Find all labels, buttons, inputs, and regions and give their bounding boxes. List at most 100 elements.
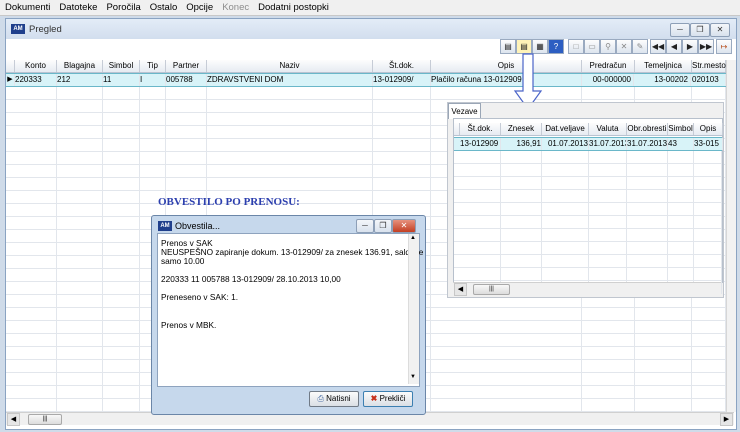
col-header-tip[interactable]: Tip [140,60,166,72]
col-header-partner[interactable]: Partner [166,60,207,72]
col-header-naziv[interactable]: Naziv [207,60,373,72]
empty-cell [589,177,627,189]
empty-cell [668,190,694,202]
cell-partner[interactable]: 005788 [166,74,207,86]
empty-cell [207,165,373,177]
cell-opis[interactable]: Plačilo računa 13-012909 [431,74,582,86]
filter-icon[interactable]: ▦ [532,39,548,54]
table-row[interactable]: ▶ 220333 212 11 I 005788 ZDRAVSTVENI DOM… [6,73,726,87]
scroll-right-icon[interactable]: ▶ [720,413,733,426]
vezave-col-datveljave[interactable]: Dat.veljave [542,123,589,135]
export-icon[interactable]: ▤ [516,39,532,54]
cell-strmesto[interactable]: 020103 [692,74,726,86]
menu-dokumenti[interactable]: Dokumenti [0,0,54,13]
vezave-scroll-left-icon[interactable]: ◀ [454,283,467,296]
minimize-button[interactable]: ─ [670,23,690,37]
menu-porocila[interactable]: Poročila [101,0,144,13]
empty-cell [57,126,103,138]
dialog-vertical-scrollbar[interactable]: ▲ ▼ [408,234,419,384]
cell-konto[interactable]: 220333 [15,74,57,86]
menu-ostalo[interactable]: Ostalo [145,0,181,13]
dialog-minimize-button[interactable]: ─ [356,219,374,233]
help-icon[interactable]: ? [548,39,564,54]
scroll-up-icon[interactable]: ▲ [410,235,416,241]
vezave-empty-row [454,216,722,229]
print-button[interactable]: ⎙ Natisni [309,391,359,407]
vezave-col-simbol[interactable]: Simbol [668,123,694,135]
empty-cell [103,113,140,125]
dialog-restore-button[interactable]: ❐ [374,219,392,233]
open-folder-icon[interactable]: ▭ [584,39,600,54]
vezave-cell-opis[interactable]: 33-015 [694,138,723,150]
col-header-simbol[interactable]: Simbol [103,60,140,72]
delete-icon[interactable]: ✕ [616,39,632,54]
col-header-temeljnica[interactable]: Temeljnica [635,60,692,72]
first-record-icon[interactable]: ◀◀ [650,39,666,54]
empty-cell [542,255,589,267]
prev-record-icon[interactable]: ◀ [666,39,682,54]
vezave-col-stdok[interactable]: Št.dok. [460,123,501,135]
restore-button[interactable]: ❐ [690,23,710,37]
cell-stdok[interactable]: 13-012909/ [373,74,431,86]
obvestila-dialog: AM Obvestila... ─ ❐ ✕ Prenos v SAK NEUSP… [151,215,426,415]
empty-cell [431,399,582,411]
print-preview-icon[interactable]: ▤ [500,39,516,54]
empty-cell [635,334,692,346]
empty-cell [692,386,726,398]
vezave-scroll-thumb[interactable]: ||| [473,284,510,295]
vezave-cell-datveljave[interactable]: 01.07.2013 [542,138,589,150]
dialog-close-button[interactable]: ✕ [392,219,416,233]
cell-tip[interactable]: I [140,74,166,86]
vezave-col-znesek[interactable]: Znesek [501,123,542,135]
empty-cell [692,373,726,385]
cell-predracun[interactable]: 00-000000 [582,74,634,86]
row-selector-header [6,60,15,72]
vezave-row[interactable]: 13-012909 136,91 01.07.2013 31.07.2013 3… [454,137,723,151]
exit-icon[interactable]: ↦ [716,39,732,54]
col-header-opis[interactable]: Opis [431,60,582,72]
empty-cell [57,308,103,320]
menu-dodatni-postopki[interactable]: Dodatni postopki [253,0,333,13]
col-header-stdok[interactable]: Št.dok. [373,60,431,72]
vezave-horizontal-scrollbar[interactable]: ◀ ||| [453,282,721,296]
close-button[interactable]: ✕ [710,23,730,37]
empty-cell [103,243,140,255]
scroll-left-icon[interactable]: ◀ [7,413,20,426]
menu-datoteke[interactable]: Datoteke [54,0,101,13]
cell-naziv[interactable]: ZDRAVSTVENI DOM [207,74,373,86]
vezave-col-obrobresti[interactable]: Obr.obresti [627,123,668,135]
menu-opcije[interactable]: Opcije [181,0,217,13]
empty-cell [207,178,373,190]
cell-temeljnica[interactable]: 13-00202 [635,74,691,86]
vezave-cell-simbol[interactable]: 43 [668,138,694,150]
vezave-empty-row [454,177,722,190]
empty-cell [460,190,501,202]
col-header-blagajna[interactable]: Blagajna [57,60,103,72]
empty-cell [431,87,582,99]
empty-cell [166,178,207,190]
vezave-col-opis[interactable]: Opis [694,123,723,135]
empty-cell [501,229,542,241]
cancel-button[interactable]: ✖ Prekliči [363,391,413,407]
edit-icon[interactable]: ✎ [632,39,648,54]
vezave-cell-valuta[interactable]: 31.07.2013 [589,138,627,150]
cell-simbol[interactable]: 11 [103,74,140,86]
col-header-predracun[interactable]: Predračun [582,60,635,72]
col-header-strmesto[interactable]: Str.mesto [692,60,726,72]
last-record-icon[interactable]: ▶▶ [698,39,714,54]
vezave-cell-stdok[interactable]: 13-012909 [460,138,501,150]
vezave-col-valuta[interactable]: Valuta [589,123,627,135]
vezave-cell-obrobresti[interactable]: 31.07.2013 [627,138,668,150]
cancel-icon: ✖ [370,394,378,403]
scroll-thumb[interactable]: ||| [28,414,62,425]
empty-cell [103,321,140,333]
cell-blagajna[interactable]: 212 [57,74,103,86]
tab-vezave[interactable]: Vezave [448,103,481,119]
new-doc-icon[interactable]: □ [568,39,584,54]
main-vertical-scrollbar[interactable] [726,60,736,412]
next-record-icon[interactable]: ▶ [682,39,698,54]
vezave-cell-znesek[interactable]: 136,91 [501,138,542,150]
zoom-icon[interactable]: ⚲ [600,39,616,54]
scroll-down-icon[interactable]: ▼ [410,374,416,380]
col-header-konto[interactable]: Konto [15,60,57,72]
